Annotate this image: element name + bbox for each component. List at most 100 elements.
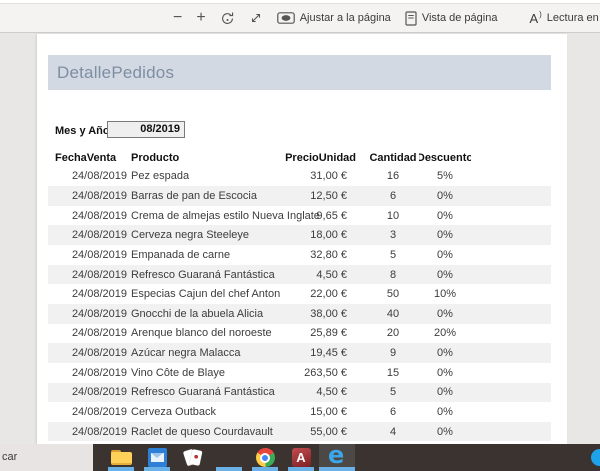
cell-fechaventa: 24/08/2019	[71, 229, 127, 242]
file-explorer-icon	[110, 449, 132, 466]
cell-descuento: 0%	[437, 366, 453, 379]
cell-descuento: 0%	[437, 248, 453, 261]
cell-descuento: 0%	[437, 386, 453, 399]
zoom-in-button[interactable]: +	[196, 10, 205, 26]
taskbar-chrome-button[interactable]	[247, 444, 283, 471]
cell-preciounidad: 25,89 €	[310, 327, 347, 340]
report-title-banner: DetallePedidos	[48, 55, 551, 90]
cell-fechaventa: 24/08/2019	[71, 347, 127, 360]
cell-fechaventa: 24/08/2019	[71, 425, 127, 438]
cell-cantidad: 10	[386, 209, 400, 222]
cell-fechaventa: 24/08/2019	[71, 288, 127, 301]
edge-pdf-preview-window: − + Ajustar a la página Vista de página	[0, 0, 600, 471]
cell-cantidad: 4	[389, 425, 397, 438]
table-row: 24/08/2019 Crema de almejas estilo Nueva …	[48, 206, 551, 226]
cell-cantidad: 16	[386, 170, 400, 183]
fit-width-button[interactable]	[249, 11, 263, 25]
header-descuento: Descuento	[419, 151, 471, 164]
cell-cantidad: 50	[386, 288, 400, 301]
cell-fechaventa: 24/08/2019	[71, 366, 127, 379]
cell-fechaventa: 24/08/2019	[71, 307, 127, 320]
cell-cantidad: 8	[389, 268, 397, 281]
table-row: 24/08/2019 Gnocchi de la abuela Alicia 38,…	[48, 303, 551, 324]
table-header-row: FechaVenta Producto PrecioUnidad Cantida…	[48, 148, 551, 168]
cell-cantidad: 15	[386, 366, 400, 379]
cell-preciounidad: 32,80 €	[310, 248, 347, 261]
cell-descuento: 0%	[437, 425, 453, 438]
zoom-out-button[interactable]: −	[173, 10, 182, 26]
month-year-input[interactable]: 08/2019	[107, 121, 185, 138]
cell-cantidad: 5	[389, 386, 397, 399]
chrome-icon	[255, 448, 275, 467]
page-view-button[interactable]: Vista de página	[405, 10, 498, 26]
taskbar-edge-button[interactable]	[319, 443, 355, 471]
running-indicator	[319, 467, 355, 471]
page-view-label: Vista de página	[421, 12, 498, 24]
cell-descuento: 0%	[437, 229, 453, 242]
table-row: 24/08/2019 Barras de pan de Escocia 12,50 …	[48, 186, 551, 206]
cell-fechaventa: 24/08/2019	[71, 406, 127, 418]
fit-to-page-button[interactable]: Ajustar a la página	[276, 12, 391, 24]
cell-fechaventa: 24/08/2019	[71, 170, 127, 183]
table-row: 24/08/2019 Refresco Guaraná Fantástica 4,5…	[48, 382, 551, 403]
cell-preciounidad: 18,00 €	[310, 229, 347, 242]
running-indicator	[108, 467, 134, 471]
cell-descuento: 5%	[437, 170, 453, 183]
cell-descuento: 0%	[437, 268, 453, 281]
header-preciounidad: PrecioUnidad	[285, 151, 356, 164]
table-row: 24/08/2019 Raclet de queso Courdavault 55,…	[48, 421, 551, 442]
taskbar-file-explorer-button[interactable]	[103, 444, 139, 471]
cell-descuento: 20%	[433, 327, 457, 340]
table-row: 24/08/2019 Vino Côte de Blaye 263,50 €15 0%	[48, 363, 551, 383]
table-body: 24/08/2019 Pez espada 31,00 €16 5% 24/08/201…	[37, 167, 567, 442]
solitaire-icon	[183, 448, 203, 467]
table-row: 24/08/2019 Empanada de carne 32,80 €5 0%	[48, 245, 551, 265]
minus-icon: −	[173, 9, 183, 26]
taskbar-mail-button[interactable]	[139, 444, 175, 471]
cell-fechaventa: 24/08/2019	[71, 268, 127, 281]
rotate-button[interactable]	[220, 11, 235, 26]
cell-preciounidad: 15,00 €	[310, 406, 347, 418]
taskbar-solitaire-button[interactable]	[175, 444, 211, 471]
table-row: 24/08/2019 Arenque blanco del noroeste 25,…	[48, 324, 551, 344]
fit-to-page-label: Ajustar a la página	[299, 12, 391, 24]
month-year-label: Mes y Año	[55, 125, 110, 137]
cell-preciounidad: 55,00 €	[310, 425, 347, 438]
cell-preciounidad: 12,50 €	[310, 189, 347, 202]
windows-taskbar: car	[0, 443, 600, 471]
running-indicator	[288, 467, 314, 471]
mail-icon	[147, 448, 167, 467]
cell-descuento: 0%	[437, 209, 453, 222]
cell-fechaventa: 24/08/2019	[71, 327, 127, 340]
tray-notification-icon[interactable]	[591, 449, 600, 466]
cell-preciounidad: 263,50 €	[304, 366, 347, 379]
pdf-toolbar: − + Ajustar a la página Vista de página	[0, 4, 600, 33]
access-icon	[291, 448, 311, 467]
cell-cantidad: 6	[389, 406, 397, 418]
table-row: 24/08/2019 Cerveza negra Steeleye 18,00 €3…	[48, 225, 551, 246]
cell-descuento: 0%	[437, 347, 453, 360]
diagonal-expand-icon	[249, 11, 263, 25]
report-page: DetallePedidos Mes y Año 08/2019 FechaVe…	[37, 34, 567, 444]
cell-descuento: 0%	[437, 307, 453, 320]
taskbar-search-input[interactable]: car	[0, 444, 93, 471]
fit-to-page-icon	[276, 12, 295, 24]
taskbar-internet-explorer-button[interactable]	[211, 444, 247, 471]
cell-fechaventa: 24/08/2019	[71, 386, 127, 399]
taskbar-access-button[interactable]	[283, 444, 319, 471]
read-aloud-button[interactable]: A) Lectura en voz alta	[529, 10, 600, 26]
running-indicator	[216, 467, 242, 471]
cell-preciounidad: 38,00 €	[310, 307, 347, 320]
cell-fechaventa: 24/08/2019	[71, 189, 127, 202]
cell-cantidad: 3	[389, 229, 397, 242]
rotate-icon	[220, 11, 235, 26]
cell-descuento: 0%	[437, 189, 453, 202]
table-row: 24/08/2019 Azúcar negra Malacca 19,45 €9 0%	[48, 343, 551, 363]
cell-cantidad: 20	[386, 327, 400, 340]
cell-preciounidad: 31,00 €	[310, 170, 347, 183]
table-row: 24/08/2019 Especias Cajun del chef Anton 2…	[48, 284, 551, 304]
table-row: 24/08/2019 Cerveza Outback 15,00 €6 0%	[48, 402, 551, 422]
header-fechaventa: FechaVenta	[55, 151, 117, 164]
running-indicator	[252, 467, 278, 471]
taskbar-icons	[103, 443, 355, 471]
